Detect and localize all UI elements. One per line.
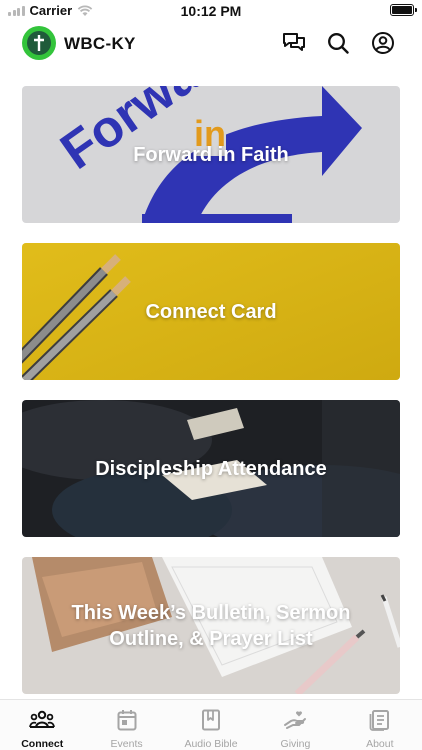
card-title: Forward in Faith — [133, 143, 289, 166]
book-icon — [198, 708, 224, 732]
calendar-icon — [114, 708, 140, 732]
people-icon — [29, 708, 56, 732]
church-logo — [22, 26, 56, 60]
app-header: WBC-KY — [0, 22, 422, 66]
card-title: Discipleship Attendance — [95, 457, 327, 480]
tab-audio-bible[interactable]: Audio Bible — [169, 700, 253, 750]
status-bar: Carrier 10:12 PM — [0, 0, 422, 22]
tab-events[interactable]: Events — [84, 700, 168, 750]
tab-connect[interactable]: Connect — [0, 700, 84, 750]
card-forward-in-faith[interactable]: Forward in Faith in Forward in Faith — [22, 86, 400, 223]
card-connect-card[interactable]: Connect Card — [22, 243, 400, 380]
card-list: Forward in Faith in Forward in Faith — [22, 86, 400, 714]
tab-giving[interactable]: Giving — [253, 700, 337, 750]
tab-label: Audio Bible — [184, 738, 238, 750]
tab-label: Events — [110, 738, 143, 750]
tab-about[interactable]: About — [338, 700, 422, 750]
card-discipleship-attendance[interactable]: Discipleship Attendance — [22, 400, 400, 537]
hand-icon — [282, 708, 308, 732]
app-title: WBC-KY — [64, 34, 136, 53]
status-time: 10:12 PM — [180, 3, 242, 19]
card-weekly-bulletin[interactable]: This Week’s Bulletin, Sermon Outline, & … — [22, 557, 400, 694]
battery-icon — [390, 4, 417, 16]
tab-label: About — [366, 738, 394, 750]
chat-icon[interactable] — [281, 30, 307, 56]
card-title: Connect Card — [145, 300, 277, 323]
tab-label: Connect — [21, 738, 64, 750]
tab-label: Giving — [280, 738, 311, 750]
account-icon[interactable] — [370, 30, 396, 56]
search-icon[interactable] — [325, 30, 351, 56]
card-title: This Week’s Bulletin, Sermon Outline, & … — [71, 601, 351, 650]
tab-bar: Connect Events Audio Bible Giving About — [0, 699, 422, 750]
info-icon — [367, 708, 393, 732]
